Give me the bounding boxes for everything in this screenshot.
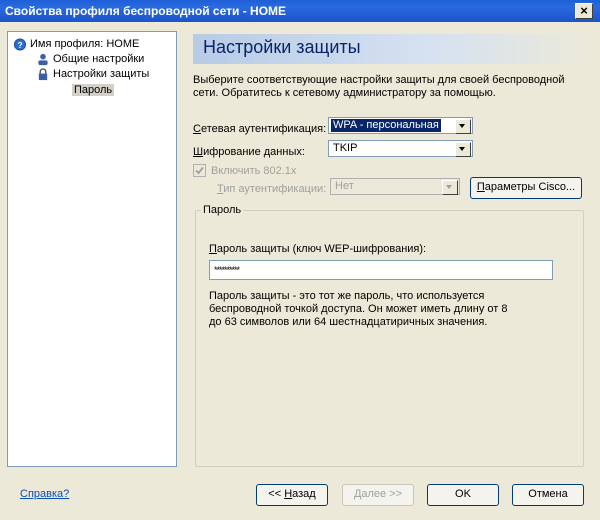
password-value: ********** (214, 265, 240, 275)
tree-item-security[interactable]: Настройки защиты (36, 67, 149, 81)
password-info-text: Пароль защиты - это тот же пароль, что и… (209, 290, 508, 328)
checkmark-icon (195, 166, 204, 175)
network-auth-value: WPA - персональная (331, 119, 441, 132)
encryption-value: TKIP (333, 142, 358, 154)
description-text: Выберите соответствующие настройки защит… (193, 74, 565, 99)
section-header: Настройки защиты (193, 34, 593, 64)
password-input[interactable]: ********** (209, 260, 553, 280)
auth-type-label: Тип аутентификации: (217, 183, 327, 195)
users-icon (38, 53, 48, 65)
svg-text:?: ? (17, 39, 22, 49)
password-field-label: Пароль защиты (ключ WEP-шифрования): (209, 243, 427, 255)
tree-item-label: Общие настройки (53, 53, 145, 65)
encryption-select[interactable]: TKIP (328, 140, 473, 157)
tree-item-label: Имя профиля: HOME (30, 38, 140, 50)
close-button[interactable]: × (575, 3, 593, 19)
page-title: Настройки защиты (203, 37, 361, 57)
tree-item-general[interactable]: Общие настройки (36, 52, 144, 66)
network-auth-select[interactable]: WPA - персональная (328, 117, 473, 134)
window-title: Свойства профиля беспроводной сети - HOM… (0, 0, 600, 22)
password-group-legend: Пароль (201, 203, 244, 217)
tree-item-profile-name[interactable]: ? Имя профиля: HOME (13, 37, 139, 51)
cancel-button[interactable]: Отмена (512, 484, 584, 506)
help-link[interactable]: Справка? (20, 488, 69, 500)
encryption-label: Шифрование данных: (193, 146, 305, 158)
tree-item-label: Пароль (72, 84, 115, 96)
help-circle-icon: ? (13, 38, 27, 51)
ok-button[interactable]: OK (427, 484, 499, 506)
auth-type-value: Нет (335, 180, 354, 192)
auth-type-select[interactable]: Нет (330, 178, 460, 195)
enable-8021x-checkbox[interactable] (193, 164, 206, 177)
tree-item-label: Настройки защиты (53, 68, 150, 80)
network-auth-label: Сетевая аутентификация: (193, 123, 327, 135)
chevron-down-icon[interactable] (442, 180, 458, 195)
enable-8021x-label: Включить 802.1x (211, 165, 297, 177)
next-button[interactable]: Далее >> (342, 484, 414, 506)
cisco-params-button[interactable]: Параметры Cisco... (470, 177, 582, 199)
settings-tree: ? Имя профиля: HOME Общие настройки Наст… (7, 31, 177, 467)
lock-icon (38, 67, 48, 80)
chevron-down-icon[interactable] (455, 119, 471, 134)
back-button[interactable]: << Назад (256, 484, 328, 506)
chevron-down-icon[interactable] (455, 142, 471, 157)
tree-item-password[interactable]: Пароль (72, 83, 115, 97)
